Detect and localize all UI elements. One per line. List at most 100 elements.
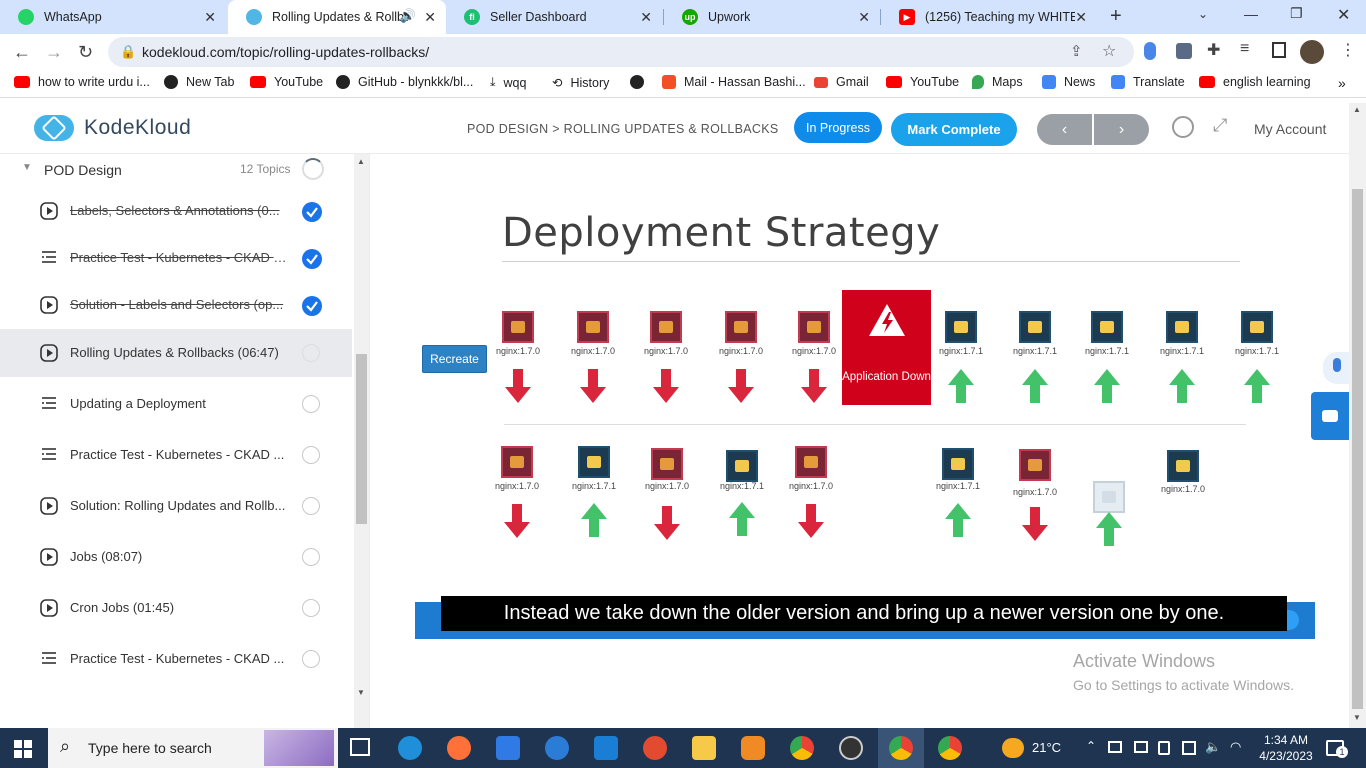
- scroll-down-arrow-icon[interactable]: ▼: [357, 688, 365, 697]
- tray-usb-icon[interactable]: [1158, 741, 1170, 755]
- weather-temperature[interactable]: 21°C: [1032, 740, 1061, 755]
- bookmark-item[interactable]: how to write urdu i...: [14, 75, 150, 89]
- app-spiral-icon[interactable]: [643, 736, 667, 760]
- sidebar-topic-item[interactable]: Practice Test - Kubernetes - CKAD ...: [0, 635, 352, 683]
- chrome-profile-icon[interactable]: [889, 736, 913, 760]
- task-view-icon[interactable]: [350, 738, 370, 756]
- lesson-video-area[interactable]: Deployment Strategy Recreate Application…: [371, 154, 1349, 728]
- completed-check-icon[interactable]: [302, 202, 322, 222]
- hidden-icons-chevron-icon[interactable]: ⌃: [1086, 739, 1096, 753]
- bookmark-item[interactable]: Gmail: [814, 75, 869, 89]
- page-scroll-thumb[interactable]: [1352, 189, 1363, 709]
- reload-icon[interactable]: ↻: [78, 42, 93, 63]
- bookmark-item[interactable]: YouTube: [250, 75, 323, 89]
- site-logo-text[interactable]: KodeKloud: [84, 116, 191, 140]
- sidebar-topic-item[interactable]: Practice Test - Kubernetes - CKAD ...: [0, 431, 352, 479]
- mail-icon[interactable]: [594, 736, 618, 760]
- scroll-up-arrow-icon[interactable]: ▲: [357, 157, 365, 166]
- next-topic-button[interactable]: ›: [1094, 114, 1149, 145]
- bookmark-item[interactable]: YouTube: [886, 75, 959, 89]
- side-panel-icon[interactable]: [1272, 42, 1286, 58]
- scroll-down-arrow-icon[interactable]: ▼: [1353, 713, 1361, 722]
- tab-seller-dashboard[interactable]: fi Seller Dashboard ✕: [446, 0, 662, 34]
- tab-rolling-updates[interactable]: Rolling Updates & Rollba 🔊 ✕: [228, 0, 446, 34]
- taskbar-search-box[interactable]: ⌕ Type here to search: [48, 728, 338, 768]
- dark-mode-toggle-icon[interactable]: [1172, 116, 1194, 138]
- completed-check-icon[interactable]: [302, 296, 322, 316]
- close-tab-icon[interactable]: ✕: [204, 9, 216, 26]
- lock-icon[interactable]: 🔒: [120, 44, 136, 60]
- tab-youtube-video[interactable]: ▶ (1256) Teaching my WHITE fr ✕: [881, 0, 1097, 34]
- microphone-extension-icon[interactable]: [1144, 42, 1156, 60]
- sidebar-topic-item[interactable]: Practice Test - Kubernetes - CKAD -...: [0, 234, 352, 282]
- sidebar-topic-item[interactable]: Solution - Labels and Selectors (op...: [0, 281, 352, 329]
- tray-app-icon[interactable]: [1182, 741, 1196, 755]
- incomplete-circle-icon[interactable]: [302, 599, 320, 617]
- close-tab-icon[interactable]: ✕: [640, 9, 652, 26]
- weather-icon[interactable]: [1002, 738, 1024, 758]
- incomplete-circle-icon[interactable]: [302, 446, 320, 464]
- collapse-caret-icon[interactable]: ▼: [22, 162, 32, 173]
- chrome-icon[interactable]: [790, 736, 814, 760]
- windows-start-icon[interactable]: [14, 740, 32, 758]
- scroll-up-arrow-icon[interactable]: ▲: [1353, 105, 1361, 114]
- minimize-window-button[interactable]: —: [1244, 6, 1258, 22]
- more-bookmarks-chevron-icon[interactable]: »: [1338, 75, 1346, 91]
- app-gear-icon[interactable]: [741, 736, 765, 760]
- skype-icon[interactable]: [545, 736, 569, 760]
- sidebar-topic-item[interactable]: Rolling Updates & Rollbacks (06:47): [0, 329, 352, 377]
- sidebar-topic-item[interactable]: Jobs (08:07): [0, 533, 352, 581]
- tray-monitor-icon[interactable]: [1134, 741, 1148, 753]
- bookmark-star-icon[interactable]: ☆: [1102, 41, 1116, 61]
- edge-icon[interactable]: [398, 736, 422, 760]
- browser-menu-icon[interactable]: ⋮: [1340, 40, 1356, 60]
- sidebar-scroll-thumb[interactable]: [356, 354, 367, 524]
- mark-complete-button[interactable]: Mark Complete: [891, 113, 1017, 146]
- notification-center-icon[interactable]: 1: [1326, 740, 1348, 758]
- page-scrollbar[interactable]: ▲ ▼: [1349, 103, 1366, 728]
- bookmark-item[interactable]: ⟲ History: [552, 75, 609, 91]
- close-tab-icon[interactable]: ✕: [424, 9, 436, 26]
- bookmark-item[interactable]: [630, 75, 652, 89]
- volume-icon[interactable]: 🔈: [1205, 739, 1221, 755]
- obs-icon[interactable]: [839, 736, 863, 760]
- store-icon[interactable]: [496, 736, 520, 760]
- profile-avatar[interactable]: [1300, 40, 1324, 64]
- tray-device-icon[interactable]: [1108, 741, 1122, 753]
- tab-upwork[interactable]: up Upwork ✕: [664, 0, 880, 34]
- section-header-pod-design[interactable]: ▼ POD Design 12 Topics: [0, 154, 352, 186]
- in-progress-badge[interactable]: In Progress: [794, 112, 882, 143]
- new-tab-button[interactable]: +: [1110, 5, 1122, 28]
- bookmark-item[interactable]: Maps: [972, 75, 1023, 89]
- bookmark-item[interactable]: Mail - Hassan Bashi...: [662, 75, 806, 89]
- incomplete-circle-icon[interactable]: [302, 548, 320, 566]
- chrome-profile-h-icon[interactable]: [938, 736, 962, 760]
- file-explorer-icon[interactable]: [692, 736, 716, 760]
- wifi-icon[interactable]: ◠: [1230, 739, 1241, 755]
- sidebar-topic-item[interactable]: Solution: Rolling Updates and Rollb...: [0, 482, 352, 530]
- restore-window-button[interactable]: ❐: [1290, 5, 1303, 22]
- download-extension-icon[interactable]: [1176, 43, 1192, 59]
- close-tab-icon[interactable]: ✕: [858, 9, 870, 26]
- tab-search-chevron-icon[interactable]: ⌄: [1198, 7, 1208, 21]
- previous-topic-button[interactable]: ‹: [1037, 114, 1092, 145]
- share-icon[interactable]: ⇪: [1070, 42, 1083, 60]
- audio-playing-icon[interactable]: 🔊: [400, 8, 416, 24]
- extensions-puzzle-icon[interactable]: ✚: [1207, 40, 1220, 60]
- incomplete-circle-icon[interactable]: [302, 395, 320, 413]
- incomplete-circle-icon[interactable]: [302, 344, 320, 362]
- bookmark-item[interactable]: Translate: [1111, 75, 1185, 89]
- my-account-link[interactable]: My Account: [1254, 121, 1326, 137]
- bookmark-item[interactable]: ⤓ wqq: [490, 75, 526, 90]
- bookmark-item[interactable]: english learning: [1199, 75, 1311, 89]
- close-tab-icon[interactable]: ✕: [1075, 9, 1087, 26]
- sidebar-topic-item[interactable]: Labels, Selectors & Annotations (0...: [0, 187, 352, 235]
- bookmark-item[interactable]: New Tab: [164, 75, 234, 89]
- sidebar-topic-item[interactable]: Cron Jobs (01:45): [0, 584, 352, 632]
- back-arrow-icon[interactable]: ←: [13, 42, 31, 63]
- bookmark-item[interactable]: News: [1042, 75, 1095, 89]
- media-control-icon[interactable]: ≡: [1240, 40, 1249, 58]
- kodekloud-logo-icon[interactable]: [34, 115, 74, 141]
- forward-arrow-icon[interactable]: →: [45, 42, 63, 63]
- incomplete-circle-icon[interactable]: [302, 650, 320, 668]
